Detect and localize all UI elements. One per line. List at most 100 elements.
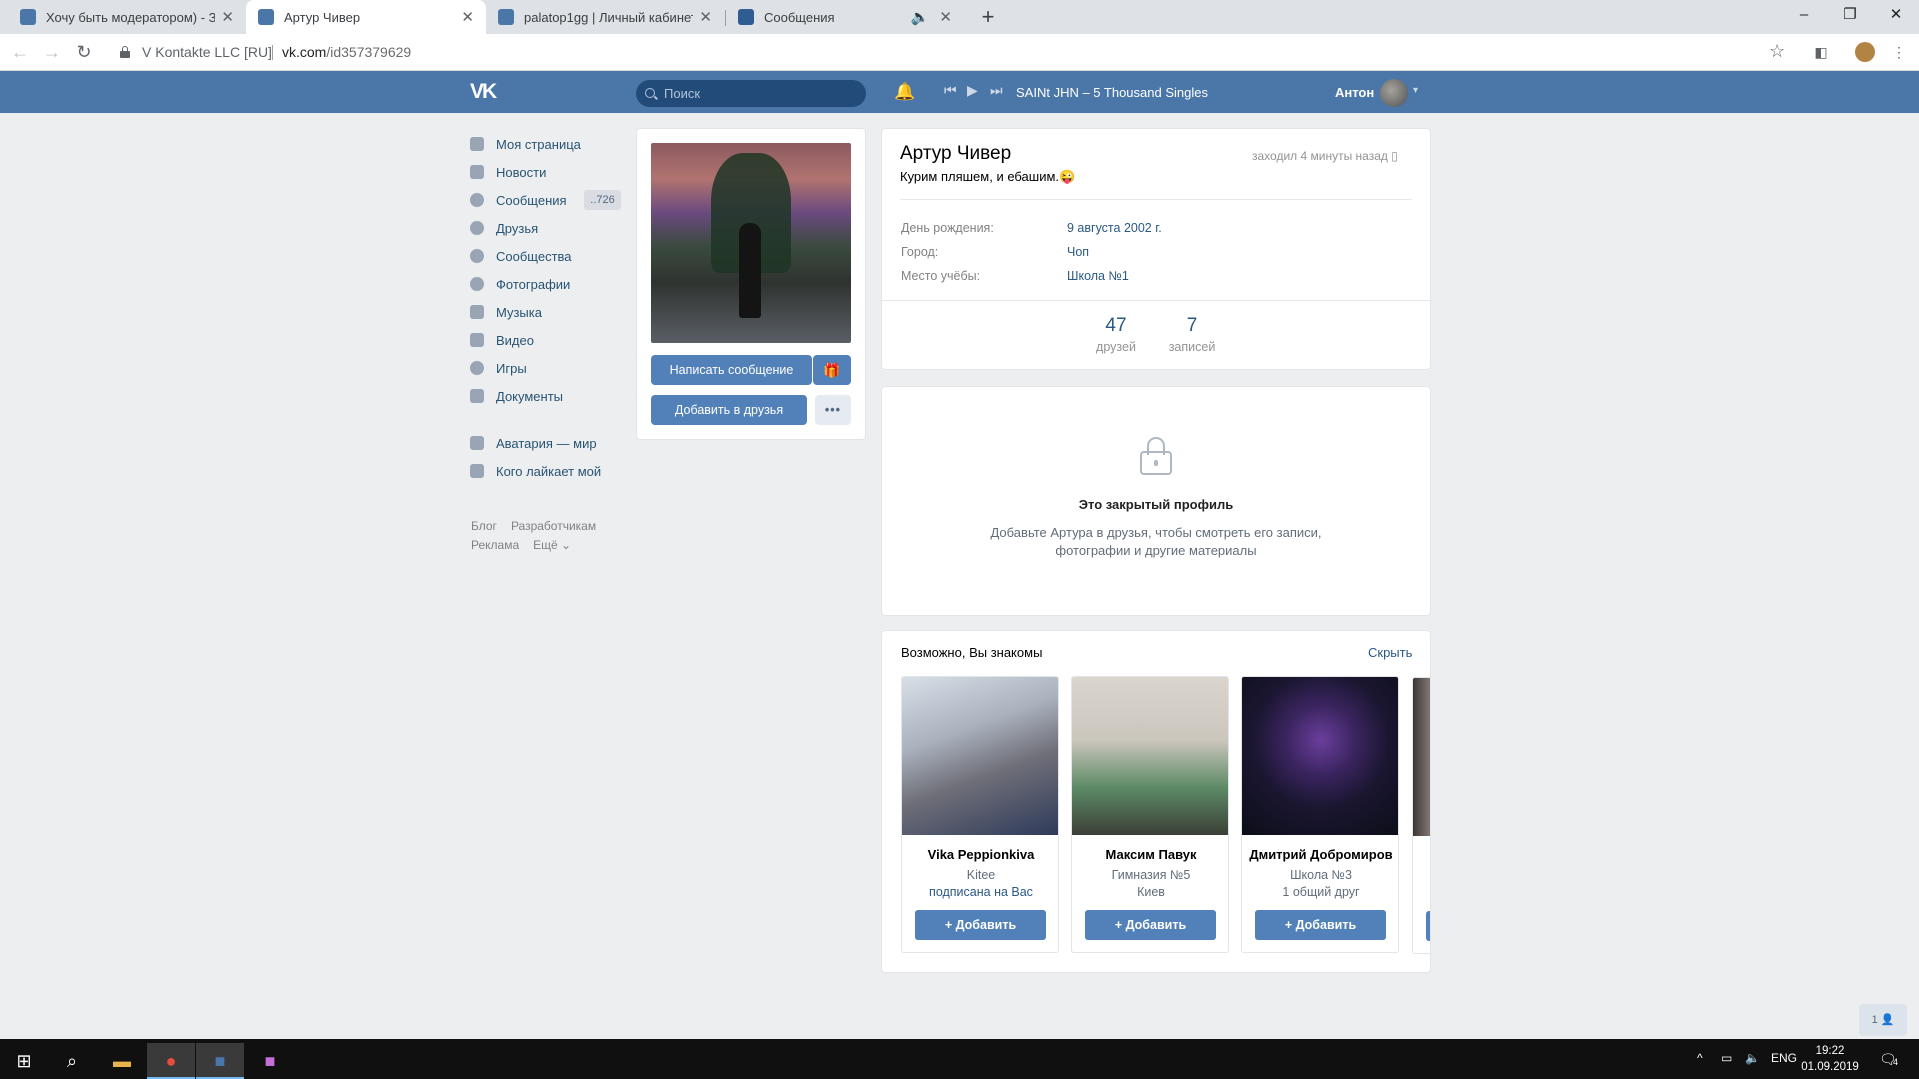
suggestion-name[interactable]: Максим Павук [1072,847,1228,862]
tray-chevron-icon[interactable]: ^ [1697,1051,1703,1065]
track-title[interactable]: SAINt JHN – 5 Thousand Singles [1016,85,1208,100]
network-icon[interactable]: ▭ [1721,1051,1732,1065]
documents-icon [470,389,484,403]
suggestion-photo[interactable] [1072,677,1228,835]
sidebar-item-games[interactable]: Игры [470,354,630,382]
sidebar-item-groups[interactable]: Сообщества [470,242,630,270]
url-field[interactable]: vk.com/id357379629 [282,44,411,60]
reload-button[interactable]: ↻ [72,40,96,64]
browser-tab-active[interactable]: Артур Чивер ✕ [246,0,486,34]
close-tab-icon[interactable]: ✕ [699,8,712,26]
close-tab-icon[interactable]: ✕ [461,8,474,26]
chrome-menu-icon[interactable]: ⋮ [1889,42,1909,62]
friends-count-label[interactable]: друзей [1086,340,1146,354]
page-title: Артур Чивер [900,143,1012,164]
posts-count-label[interactable]: записей [1162,340,1222,354]
friends-online-button[interactable]: 1 👤 [1859,1004,1907,1036]
info-label: Место учёбы: [901,269,981,283]
posts-count[interactable]: 7 [1162,315,1222,337]
bell-icon[interactable]: 🔔 [894,82,915,102]
volume-icon[interactable]: 🔈 [1745,1051,1760,1065]
suggestion-name[interactable]: Дмитрий Добромиров [1242,847,1398,862]
footer-link-ads[interactable]: Реклама [471,538,519,552]
browser-tab[interactable]: Хочу быть модератором) - Заяв ✕ [8,0,246,34]
vk-app-icon[interactable]: ■ [196,1043,244,1079]
add-friend-button[interactable]: Добавить в друзья [651,395,807,425]
sidebar-app-likes[interactable]: Кого лайкает мой [470,457,630,485]
left-sidebar: Моя страница Новости Сообщения ..726 Друз… [470,130,630,485]
add-friend-button[interactable]: + Добавить [915,910,1046,940]
sidebar-item-news[interactable]: Новости [470,158,630,186]
search-icon[interactable]: ⌕ [48,1043,96,1079]
sidebar-item-label: Музыка [496,304,542,320]
extension-icon[interactable]: ◧ [1811,42,1831,62]
speaker-icon[interactable]: 🔈 [911,8,930,26]
footer-link-more[interactable]: Ещё ⌄ [533,538,571,552]
search-input[interactable]: Поиск [636,80,866,107]
vk-favicon-icon [20,9,36,25]
windows-start-icon[interactable]: ⊞ [0,1043,48,1079]
sidebar-item-photos[interactable]: Фотографии [470,270,630,298]
new-tab-button[interactable]: + [976,5,1000,29]
add-friend-button[interactable]: + Добавить [1085,910,1216,940]
sidebar-item-documents[interactable]: Документы [470,382,630,410]
sidebar-app-avataria[interactable]: Аватария — мир [470,429,630,457]
close-tab-icon[interactable]: ✕ [221,8,234,26]
bookmark-star-icon[interactable]: ☆ [1769,41,1785,62]
suggestion-name[interactable]: Vika Peppionkiva [902,847,1058,862]
write-message-button[interactable]: Написать сообщение [651,355,812,385]
messenger-app-icon[interactable]: ■ [246,1043,294,1079]
footer-link-developers[interactable]: Разработчикам [511,519,596,533]
forward-button[interactable]: → [40,40,64,64]
add-friend-button[interactable]: + Добавить [1255,910,1386,940]
friends-count[interactable]: 47 [1086,315,1146,337]
sidebar-item-label: Видео [496,332,534,348]
browser-tab[interactable]: palatop1gg | Личный кабинет V ✕ [486,0,724,34]
sidebar-item-friends[interactable]: Друзья [470,214,630,242]
next-track-icon[interactable]: ⏭ [990,82,1003,99]
avatar[interactable] [1380,79,1408,107]
sidebar-item-video[interactable]: Видео [470,326,630,354]
close-tab-icon[interactable]: ✕ [939,8,952,26]
profile-avatar-icon[interactable] [1855,42,1875,62]
chrome-icon[interactable]: ● [147,1043,195,1079]
site-identity[interactable]: V Kontakte LLC [RU] [142,44,272,60]
info-city[interactable]: Чоп [1067,245,1089,259]
camera-icon [470,277,484,291]
suggestion-photo[interactable] [902,677,1058,835]
divider [900,199,1412,200]
chevron-down-icon[interactable]: ▾ [1413,85,1418,96]
suggestion-card[interactable]: Максим Павук Гимназия №5 Киев + Добавить [1071,676,1229,953]
suggestion-photo[interactable] [1242,677,1398,835]
suggestion-card-partial[interactable] [1412,677,1430,954]
sidebar-item-my-page[interactable]: Моя страница [470,130,630,158]
language-indicator[interactable]: ENG [1771,1051,1797,1065]
back-button[interactable]: ← [8,40,32,64]
vk-logo[interactable]: VK [470,80,506,104]
sidebar-item-label: Моя страница [496,136,581,152]
tab-title: Артур Чивер [284,9,361,25]
sidebar-item-music[interactable]: Музыка [470,298,630,326]
more-actions-button[interactable]: ••• [815,395,851,425]
info-birthday[interactable]: 9 августа 2002 г. [1067,221,1162,235]
prev-track-icon[interactable]: ⏮ [944,82,957,99]
system-clock[interactable]: 19:22 01.09.2019 [1800,1043,1860,1075]
gift-icon[interactable]: 🎁 [813,355,851,385]
restore-button[interactable]: ❐ [1827,0,1873,34]
hide-suggestions-link[interactable]: Скрыть [1368,645,1412,660]
footer-link-blog[interactable]: Блог [471,519,497,533]
sidebar-item-messages[interactable]: Сообщения ..726 [470,186,630,214]
suggestion-card[interactable]: Vika Peppionkiva Kitee подписана на Вас … [901,676,1059,953]
suggestion-card[interactable]: Дмитрий Добромиров Школа №3 1 общий друг… [1241,676,1399,953]
vk-favicon-icon [498,9,514,25]
browser-tab[interactable]: Сообщения 🔈 ✕ [726,0,964,34]
mobile-icon: ▯ [1391,149,1398,163]
minimize-button[interactable]: – [1781,0,1827,34]
profile-photo[interactable] [651,143,851,343]
close-window-button[interactable]: ✕ [1873,0,1919,34]
lock-icon[interactable] [120,46,130,58]
play-icon[interactable]: ▶ [967,82,978,99]
user-name[interactable]: Антон [1335,85,1374,100]
file-explorer-icon[interactable]: ▬ [98,1043,146,1079]
info-school[interactable]: Школа №1 [1067,269,1129,283]
